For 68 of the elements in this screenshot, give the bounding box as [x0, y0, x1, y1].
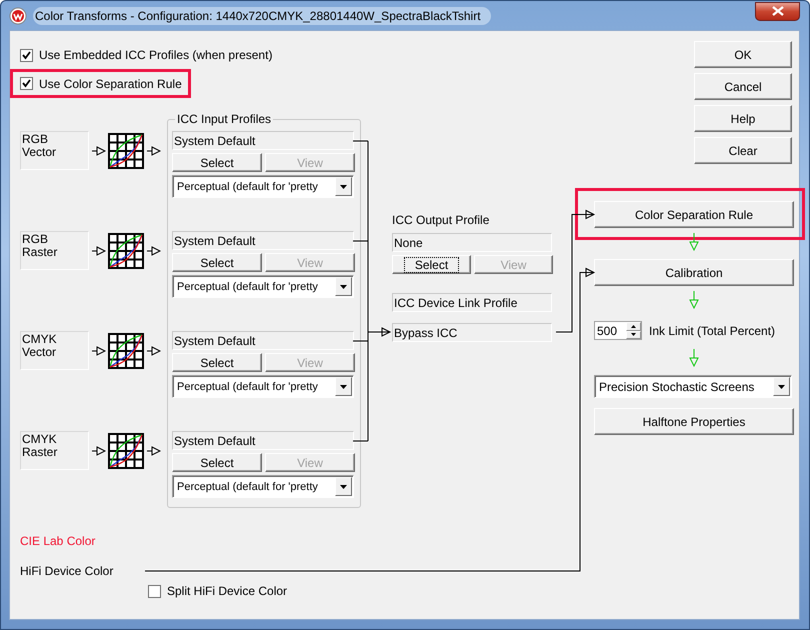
screening-dropdown[interactable]: Precision Stochastic Screens — [594, 375, 792, 398]
caret-icon — [778, 384, 785, 388]
select-button[interactable]: Select — [392, 255, 471, 274]
section-title: ICC Device Link Profile — [392, 293, 552, 312]
checkbox[interactable] — [20, 48, 33, 62]
check-icon — [22, 79, 31, 88]
caret-icon — [340, 184, 347, 188]
checkbox-label: Split HiFi Device Color — [167, 584, 288, 598]
dialog-button[interactable]: Clear — [694, 137, 792, 164]
intent-dropdown[interactable]: Perceptual (default for 'pretty — [172, 175, 354, 198]
arrow-icon — [147, 146, 161, 156]
section-title: ICC Output Profile — [392, 213, 490, 227]
down-icon — [631, 333, 636, 336]
window-title: Color Transforms - Configuration: 1440x720CMYK_28801440W_SpectraBlackTshirt — [33, 6, 491, 24]
arrow-icon — [92, 446, 106, 456]
intent-dropdown[interactable]: Perceptual (default for 'pretty — [172, 275, 354, 298]
ink-limit-label: Ink Limit (Total Percent) — [649, 324, 776, 338]
curve-chart-icon — [108, 433, 144, 469]
caret-icon — [340, 484, 347, 488]
profile-field: None — [392, 233, 552, 252]
device-link-field: Bypass ICC — [392, 323, 552, 342]
curve-chart-icon — [108, 233, 144, 269]
checkbox-label: Use Embedded ICC Profiles (when present) — [39, 48, 272, 62]
arrow-icon — [689, 349, 699, 367]
arrow-icon — [147, 346, 161, 356]
separation-rule-button[interactable]: Color Separation Rule — [594, 201, 794, 228]
profile-field: System Default — [172, 131, 354, 150]
dialog-button[interactable]: Cancel — [694, 73, 792, 100]
select-button[interactable]: Select — [172, 453, 262, 472]
curve-chart-icon — [108, 133, 144, 169]
up-icon — [631, 324, 636, 328]
intent-dropdown[interactable]: Perceptual (default for 'pretty — [172, 375, 354, 398]
source-label: CMYK Vector — [20, 331, 89, 370]
profile-field: System Default — [172, 231, 354, 250]
curve-chart-icon — [108, 333, 144, 369]
caret-icon — [340, 284, 347, 288]
group-title: ICC Input Profiles — [175, 112, 274, 126]
arrow-icon — [147, 446, 161, 456]
check-icon — [22, 50, 31, 60]
select-button[interactable]: Select — [172, 253, 262, 272]
arrow-icon — [689, 291, 699, 309]
close-button[interactable] — [755, 2, 800, 20]
arrow-icon — [92, 246, 106, 256]
dialog-button[interactable]: Help — [694, 105, 792, 132]
dialog-button[interactable]: OK — [694, 41, 792, 68]
ink-limit-spinner[interactable]: 500 — [594, 321, 642, 340]
select-button[interactable]: Select — [172, 353, 262, 372]
close-icon — [772, 6, 784, 16]
source-label: RGB Vector — [20, 131, 89, 170]
source-label: CMYK Raster — [20, 431, 89, 470]
arrow-icon — [689, 233, 699, 251]
source-label: RGB Raster — [20, 231, 89, 270]
arrow-icon — [92, 146, 106, 156]
halftone-properties-button[interactable]: Halftone Properties — [594, 408, 794, 435]
select-button[interactable]: Select — [172, 153, 262, 172]
hifi-label: HiFi Device Color — [20, 564, 114, 578]
arrow-icon — [92, 346, 106, 356]
checkbox[interactable] — [148, 584, 161, 598]
intent-dropdown[interactable]: Perceptual (default for 'pretty — [172, 475, 354, 498]
checkbox[interactable] — [20, 77, 33, 90]
caret-icon — [340, 384, 347, 388]
profile-field: System Default — [172, 431, 354, 450]
calibration-button[interactable]: Calibration — [594, 259, 794, 286]
app-logo-icon — [9, 6, 27, 24]
checkbox-label: Use Color Separation Rule — [39, 76, 182, 90]
cie-lab-label: CIE Lab Color — [20, 534, 96, 548]
arrow-icon — [147, 246, 161, 256]
profile-field: System Default — [172, 331, 354, 350]
